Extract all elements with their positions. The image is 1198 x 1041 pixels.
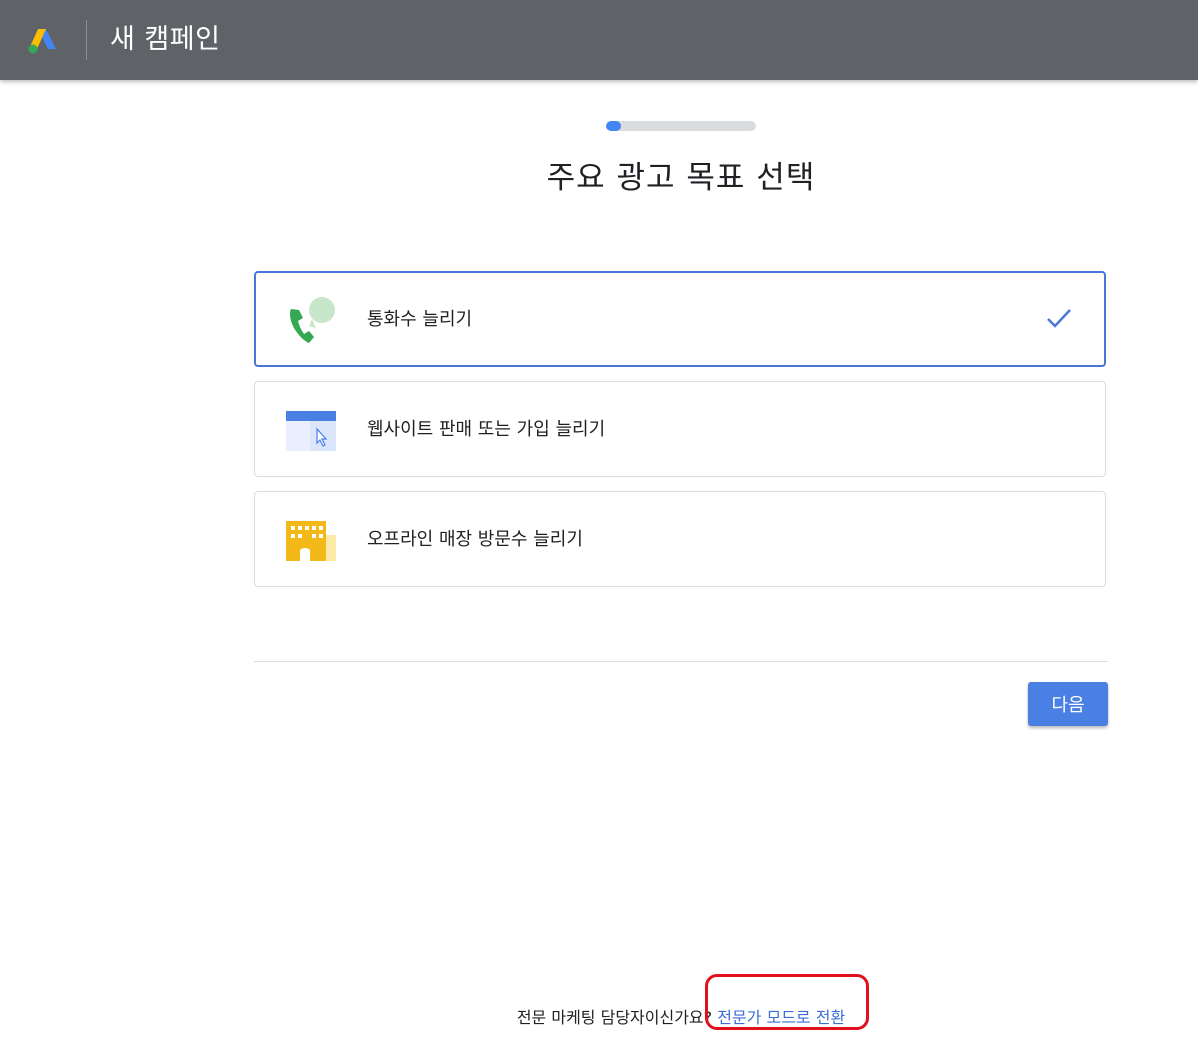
next-button[interactable]: 다음 [1028, 682, 1108, 726]
top-app-bar: 새 캠페인 [0, 0, 1198, 80]
goal-heading: 주요 광고 목표 선택 [546, 160, 816, 196]
goal-label-store-visits: 오프라인 매장 방문수 늘리기 [367, 529, 583, 550]
website-cursor-icon [286, 411, 336, 451]
goal-option-store-visits[interactable]: 오프라인 매장 방문수 늘리기 [254, 491, 1106, 587]
footer-question: 전문 마케팅 담당자이신가요? [516, 1008, 713, 1027]
wizard-progress-bar [606, 121, 756, 131]
section-divider [254, 661, 1108, 662]
switch-to-expert-mode-link[interactable]: 전문가 모드로 전환 [717, 1008, 845, 1027]
storefront-icon [286, 521, 336, 561]
page-title-campaign: 새 캠페인 [110, 24, 221, 55]
check-icon [1047, 309, 1071, 328]
goal-option-calls[interactable]: 통화수 늘리기 [254, 271, 1106, 367]
footer-expert-mode: 전문 마케팅 담당자이신가요? 전문가 모드로 전환 [0, 1007, 1198, 1029]
goal-label-website: 웹사이트 판매 또는 가입 늘리기 [367, 419, 606, 440]
header-divider [86, 20, 87, 60]
google-ads-logo-icon[interactable] [27, 27, 57, 55]
goal-option-website[interactable]: 웹사이트 판매 또는 가입 늘리기 [254, 381, 1106, 477]
wizard-progress-fill [606, 121, 621, 131]
goal-label-calls: 통화수 늘리기 [367, 309, 473, 330]
phone-call-icon [290, 297, 335, 343]
